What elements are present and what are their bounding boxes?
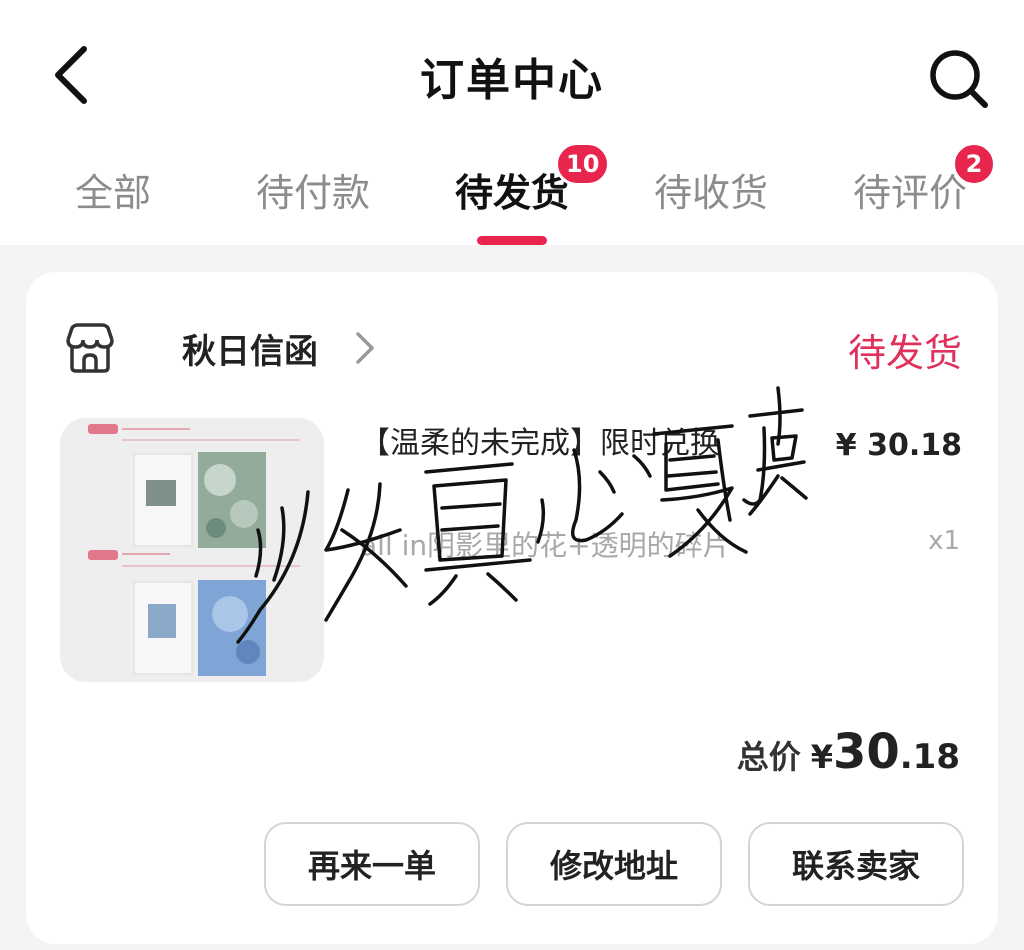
active-tab-indicator (477, 236, 547, 245)
tab-label: 待收货 (653, 171, 768, 215)
reorder-button[interactable]: 再来一单 (264, 822, 480, 906)
product-price: ¥ 30.18 (835, 428, 962, 463)
page-title: 订单中心 (420, 55, 604, 106)
total-currency: ¥ (810, 738, 833, 776)
tab-badge-pending-review: 2 (952, 142, 996, 186)
shop-row: 秋日信函 待发货 (62, 320, 962, 375)
total-label: 总价 (736, 738, 801, 776)
contact-seller-button[interactable]: 联系卖家 (748, 822, 964, 906)
tab-label: 待评价 (852, 171, 967, 215)
tab-label: 全部 (74, 171, 151, 215)
search-icon (930, 50, 988, 108)
tab-label: 待发货 (454, 171, 569, 215)
top-bar: 订单中心 全部 待付款 待发货 10 待收货 待评价 2 (0, 0, 1024, 245)
tab-pending-payment[interactable]: 待付款 (228, 162, 398, 222)
total-amount-integer: 30 (832, 724, 900, 780)
product-quantity: x1 (928, 526, 960, 556)
product-title[interactable]: 【温柔的未完成】限时兑换 (360, 424, 780, 464)
order-total: 总价 ¥30.18 (737, 724, 960, 784)
chevron-right-icon[interactable] (352, 328, 378, 368)
order-tabs: 全部 待付款 待发货 10 待收货 待评价 2 (0, 142, 1024, 245)
order-status: 待发货 (847, 331, 962, 375)
search-button[interactable] (918, 38, 998, 118)
order-card[interactable]: 秋日信函 待发货 【温柔的未完成】限时兑换 ¥ 30.18 all in阴影里的… (26, 272, 998, 944)
product-variant: all in阴影里的花+透明的碎片 (360, 529, 731, 562)
total-amount-decimal: .18 (899, 737, 960, 777)
tab-badge-pending-shipment: 10 (555, 142, 611, 186)
tab-all[interactable]: 全部 (28, 162, 198, 222)
product-image-art (60, 418, 324, 682)
product-image[interactable] (60, 418, 324, 682)
change-address-button[interactable]: 修改地址 (506, 822, 722, 906)
tab-pending-receipt[interactable]: 待收货 (626, 162, 796, 222)
store-icon (66, 323, 114, 373)
tab-label: 待付款 (255, 171, 370, 215)
shop-name[interactable]: 秋日信函 (182, 324, 318, 373)
